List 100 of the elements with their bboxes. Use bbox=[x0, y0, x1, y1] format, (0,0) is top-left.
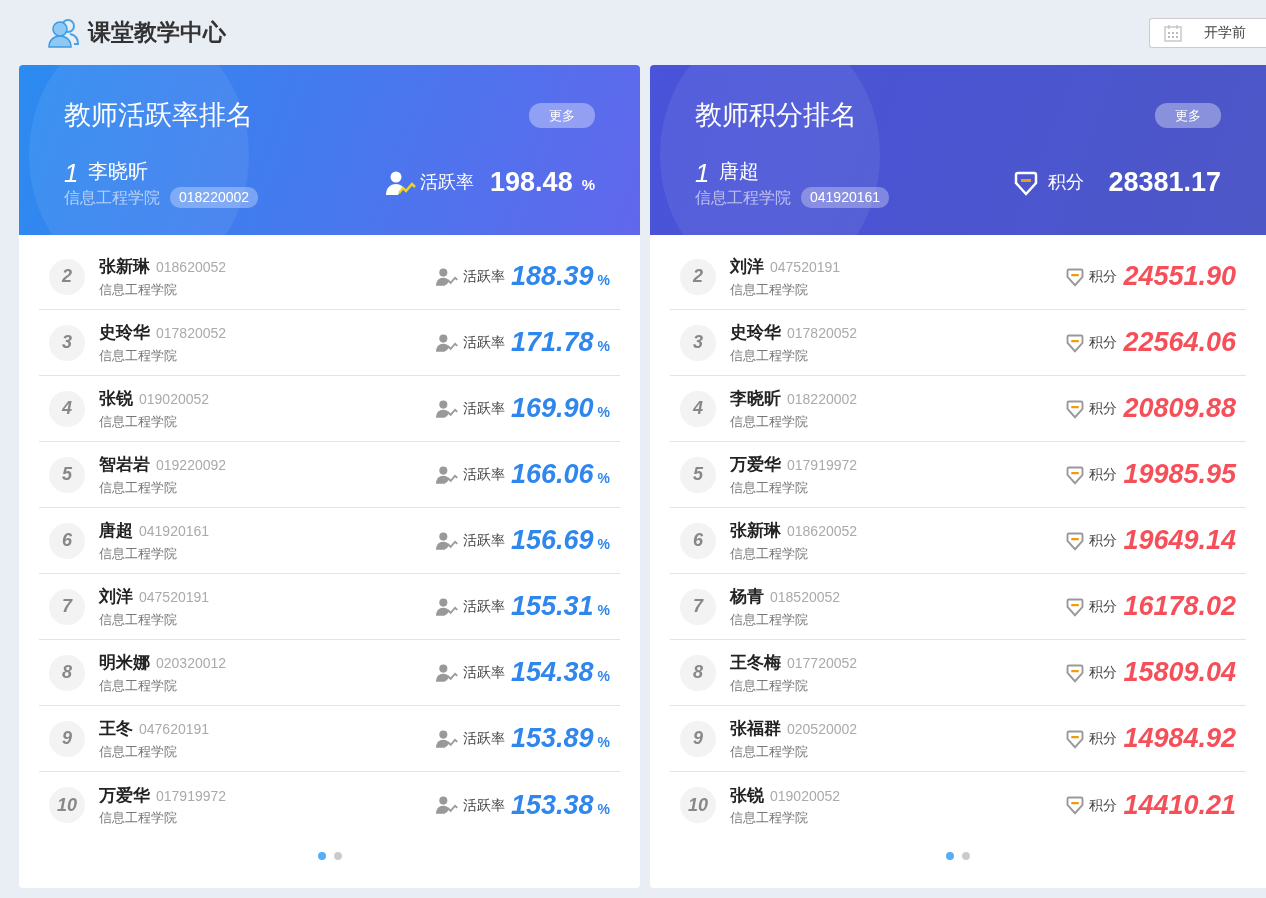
department-name: 信息工程学院 bbox=[99, 280, 178, 299]
department-name: 信息工程学院 bbox=[730, 676, 809, 695]
metric-value: 19985.95 bbox=[1123, 458, 1236, 492]
department-name: 信息工程学院 bbox=[99, 610, 178, 629]
metric-label: 积分 bbox=[1048, 171, 1085, 194]
shield-icon bbox=[1014, 169, 1039, 196]
metric-label: 活跃率 bbox=[462, 729, 505, 748]
card-title: 教师活跃率排名 bbox=[64, 99, 253, 132]
people-icon bbox=[48, 17, 80, 48]
department-name: 信息工程学院 bbox=[730, 412, 809, 431]
teacher-name: 王冬 bbox=[99, 718, 133, 740]
unit-label: % bbox=[597, 403, 610, 422]
teacher-name: 万爱华 bbox=[730, 454, 781, 476]
rank-badge: 3 bbox=[49, 324, 85, 361]
department-name: 信息工程学院 bbox=[730, 809, 809, 827]
unit-label: % bbox=[597, 469, 610, 488]
department-name: 信息工程学院 bbox=[64, 187, 160, 208]
metric-label: 活跃率 bbox=[462, 333, 505, 352]
teacher-id-badge: 018220002 bbox=[170, 187, 259, 208]
teacher-name: 刘洋 bbox=[730, 256, 764, 278]
department-name: 信息工程学院 bbox=[99, 478, 178, 497]
pager-dot[interactable] bbox=[946, 852, 954, 860]
metric-value: 155.31 bbox=[510, 590, 594, 624]
teacher-id: 018620052 bbox=[156, 258, 227, 277]
teacher-id-badge: 041920161 bbox=[801, 187, 890, 208]
unit-label: % bbox=[597, 601, 610, 620]
teacher-name: 张新琳 bbox=[730, 520, 781, 542]
teacher-id: 019020052 bbox=[770, 786, 841, 806]
teacher-id: 018520052 bbox=[770, 588, 841, 607]
teacher-name: 王冬梅 bbox=[730, 652, 781, 674]
teacher-name: 张福群 bbox=[730, 718, 781, 740]
shield-icon bbox=[1066, 398, 1085, 419]
metric-value: 14410.21 bbox=[1123, 788, 1236, 822]
metric-label: 积分 bbox=[1089, 729, 1118, 748]
unit-label: % bbox=[597, 535, 610, 554]
person-chart-icon bbox=[435, 796, 458, 814]
teacher-name: 李晓昕 bbox=[88, 158, 149, 184]
unit-label: % bbox=[597, 271, 610, 290]
pager-dot[interactable] bbox=[317, 852, 326, 860]
metric-value: 28381.17 bbox=[1108, 166, 1221, 200]
teacher-id: 020320012 bbox=[156, 654, 227, 673]
teacher-id: 020520002 bbox=[787, 720, 858, 739]
rank-number: 1 bbox=[64, 159, 79, 186]
department-name: 信息工程学院 bbox=[99, 742, 178, 761]
department-name: 信息工程学院 bbox=[99, 544, 178, 563]
teacher-name: 杨青 bbox=[730, 586, 764, 608]
pager-dot[interactable] bbox=[962, 852, 970, 860]
person-chart-icon bbox=[435, 663, 458, 682]
more-button[interactable]: 更多 bbox=[1155, 102, 1221, 128]
metric-value: 153.38 bbox=[510, 788, 594, 822]
unit-label: % bbox=[597, 337, 610, 356]
teacher-name: 史玲华 bbox=[730, 322, 781, 344]
teacher-name: 刘洋 bbox=[99, 586, 133, 608]
teacher-id: 017820052 bbox=[156, 324, 227, 343]
term-selector[interactable]: 开学前 bbox=[1149, 17, 1266, 48]
metric-label: 积分 bbox=[1089, 795, 1118, 815]
metric-label: 积分 bbox=[1089, 597, 1118, 616]
shield-icon bbox=[1066, 266, 1085, 287]
metric-label: 活跃率 bbox=[420, 171, 475, 194]
rank-badge: 9 bbox=[49, 720, 85, 757]
department-name: 信息工程学院 bbox=[730, 610, 809, 629]
teacher-name: 万爱华 bbox=[99, 784, 150, 807]
metric-value: 15809.04 bbox=[1123, 656, 1236, 690]
unit-label: % bbox=[597, 799, 610, 819]
department-name: 信息工程学院 bbox=[99, 412, 178, 431]
person-chart-icon bbox=[435, 333, 458, 352]
shield-icon bbox=[1066, 662, 1085, 683]
teacher-id: 018620052 bbox=[787, 522, 858, 541]
unit-label: % bbox=[597, 733, 610, 752]
metric-value: 16178.02 bbox=[1123, 590, 1236, 624]
teacher-name: 史玲华 bbox=[99, 322, 150, 344]
shield-icon bbox=[1066, 596, 1085, 617]
person-chart-icon bbox=[435, 531, 458, 550]
rank-badge: 8 bbox=[680, 654, 716, 691]
metric-value: 153.89 bbox=[510, 722, 594, 756]
more-button[interactable]: 更多 bbox=[529, 102, 595, 128]
metric-value: 188.39 bbox=[510, 260, 594, 294]
department-name: 信息工程学院 bbox=[730, 346, 809, 365]
page-title: 课堂教学中心 bbox=[88, 18, 226, 48]
teacher-id: 018220002 bbox=[787, 390, 858, 409]
metric-label: 活跃率 bbox=[462, 267, 505, 286]
metric-value: 198.48 bbox=[490, 166, 573, 200]
shield-icon bbox=[1066, 728, 1085, 749]
metric-value: 171.78 bbox=[510, 326, 594, 360]
unit-label: % bbox=[597, 667, 610, 686]
metric-value: 20809.88 bbox=[1123, 392, 1236, 426]
metric-label: 活跃率 bbox=[462, 531, 505, 550]
calendar-icon bbox=[1164, 23, 1182, 42]
pager-dot[interactable] bbox=[333, 852, 342, 860]
metric-label: 积分 bbox=[1089, 465, 1118, 484]
shield-icon bbox=[1066, 795, 1085, 815]
rank-badge: 8 bbox=[49, 654, 85, 691]
rank-badge: 3 bbox=[680, 324, 716, 361]
metric-value: 169.90 bbox=[510, 392, 594, 426]
teacher-name: 李晓昕 bbox=[730, 388, 781, 410]
teacher-name: 张新琳 bbox=[99, 256, 150, 278]
teacher-id: 019220092 bbox=[156, 456, 227, 475]
metric-label: 活跃率 bbox=[462, 795, 505, 815]
rank-badge: 10 bbox=[49, 787, 85, 823]
teacher-id: 017820052 bbox=[787, 324, 858, 343]
